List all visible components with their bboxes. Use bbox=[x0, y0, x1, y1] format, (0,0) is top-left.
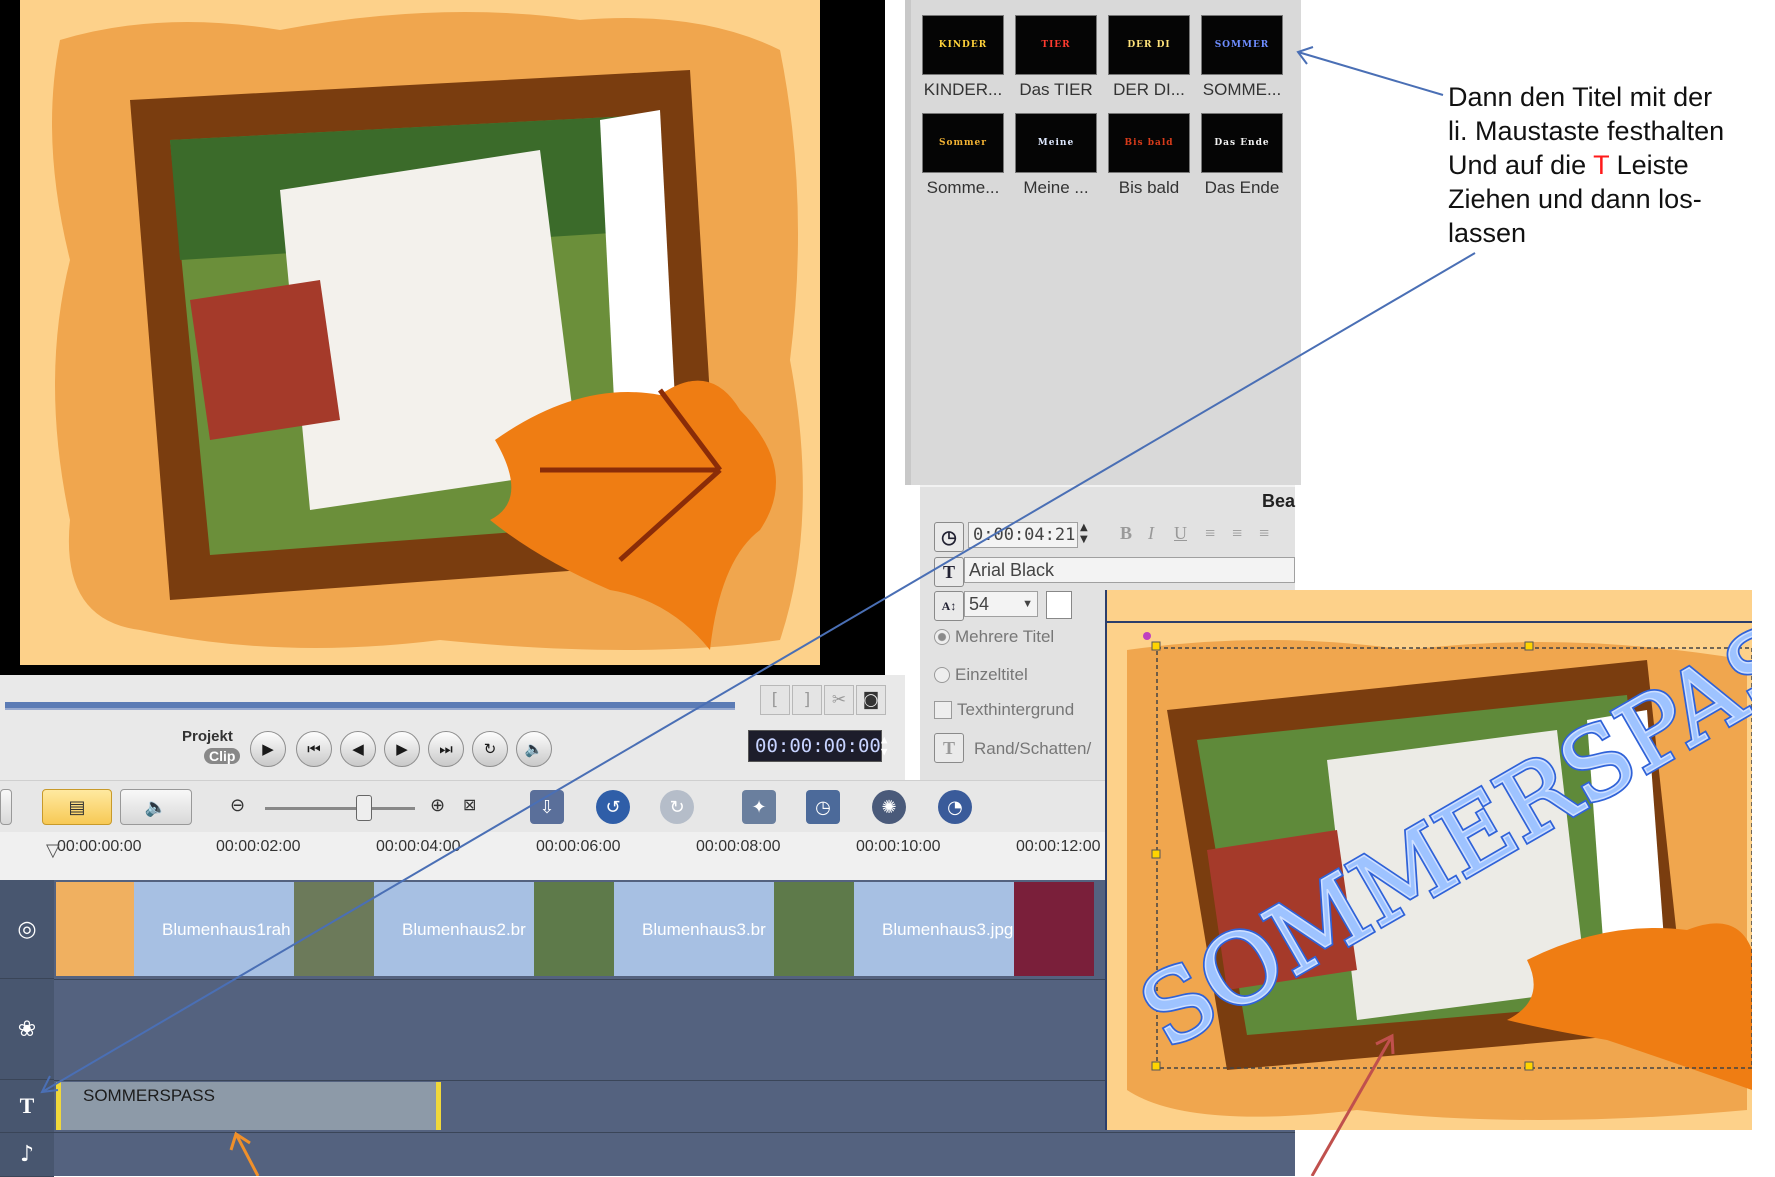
annotation-note: Dann den Titel mit der li. Maustaste fes… bbox=[1448, 80, 1773, 250]
arrow-red bbox=[1310, 1035, 1394, 1176]
arrow-to-title-track bbox=[41, 252, 1476, 1093]
note-line: lassen bbox=[1448, 218, 1527, 248]
note-red-t: T bbox=[1593, 150, 1610, 180]
note-line: li. Maustaste festhalten bbox=[1448, 116, 1725, 146]
note-text: Und auf die bbox=[1448, 150, 1594, 180]
note-line: Dann den Titel mit der bbox=[1448, 82, 1713, 112]
note-line: Und auf die T Leiste bbox=[1448, 148, 1773, 182]
arrow-to-library bbox=[1297, 51, 1444, 96]
note-text: Leiste bbox=[1609, 150, 1689, 180]
note-line: Ziehen und dann los- bbox=[1448, 184, 1702, 214]
